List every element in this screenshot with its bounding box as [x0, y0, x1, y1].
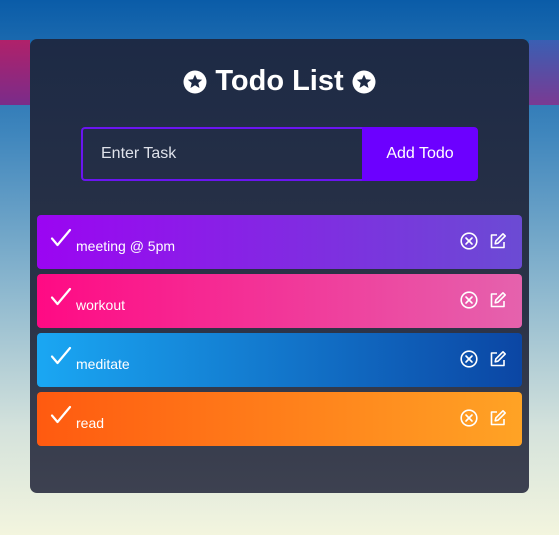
- edit-icon[interactable]: [489, 350, 507, 373]
- todo-card: Todo List Add Todo meeting @ 5pm: [30, 39, 529, 493]
- todo-list: meeting @ 5pm workout meditate read: [37, 215, 522, 451]
- check-icon[interactable]: [50, 228, 72, 253]
- todo-item: meditate: [37, 333, 522, 387]
- close-circle-icon[interactable]: [460, 291, 478, 314]
- todo-item: read: [37, 392, 522, 446]
- star-circle-icon: [183, 70, 207, 94]
- todo-item: meeting @ 5pm: [37, 215, 522, 269]
- todo-text: meditate: [76, 356, 130, 372]
- star-circle-icon: [352, 70, 376, 94]
- task-input[interactable]: [81, 127, 362, 181]
- close-circle-icon[interactable]: [460, 350, 478, 373]
- todo-text: workout: [76, 297, 126, 313]
- close-circle-icon[interactable]: [460, 232, 478, 255]
- background-band-left: [0, 40, 30, 105]
- todo-text: read: [76, 415, 105, 431]
- edit-icon[interactable]: [489, 291, 507, 314]
- add-todo-form: Add Todo: [81, 127, 478, 181]
- check-icon[interactable]: [50, 405, 72, 430]
- title-text: Todo List: [215, 65, 344, 97]
- todo-text: meeting @ 5pm: [76, 238, 176, 254]
- edit-icon[interactable]: [489, 409, 507, 432]
- todo-item: workout: [37, 274, 522, 328]
- page-title: Todo List: [30, 65, 529, 98]
- edit-icon[interactable]: [489, 232, 507, 255]
- check-icon[interactable]: [50, 346, 72, 371]
- check-icon[interactable]: [50, 287, 72, 312]
- add-todo-button[interactable]: Add Todo: [362, 127, 478, 181]
- close-circle-icon[interactable]: [460, 409, 478, 432]
- background-band-right: [529, 40, 559, 105]
